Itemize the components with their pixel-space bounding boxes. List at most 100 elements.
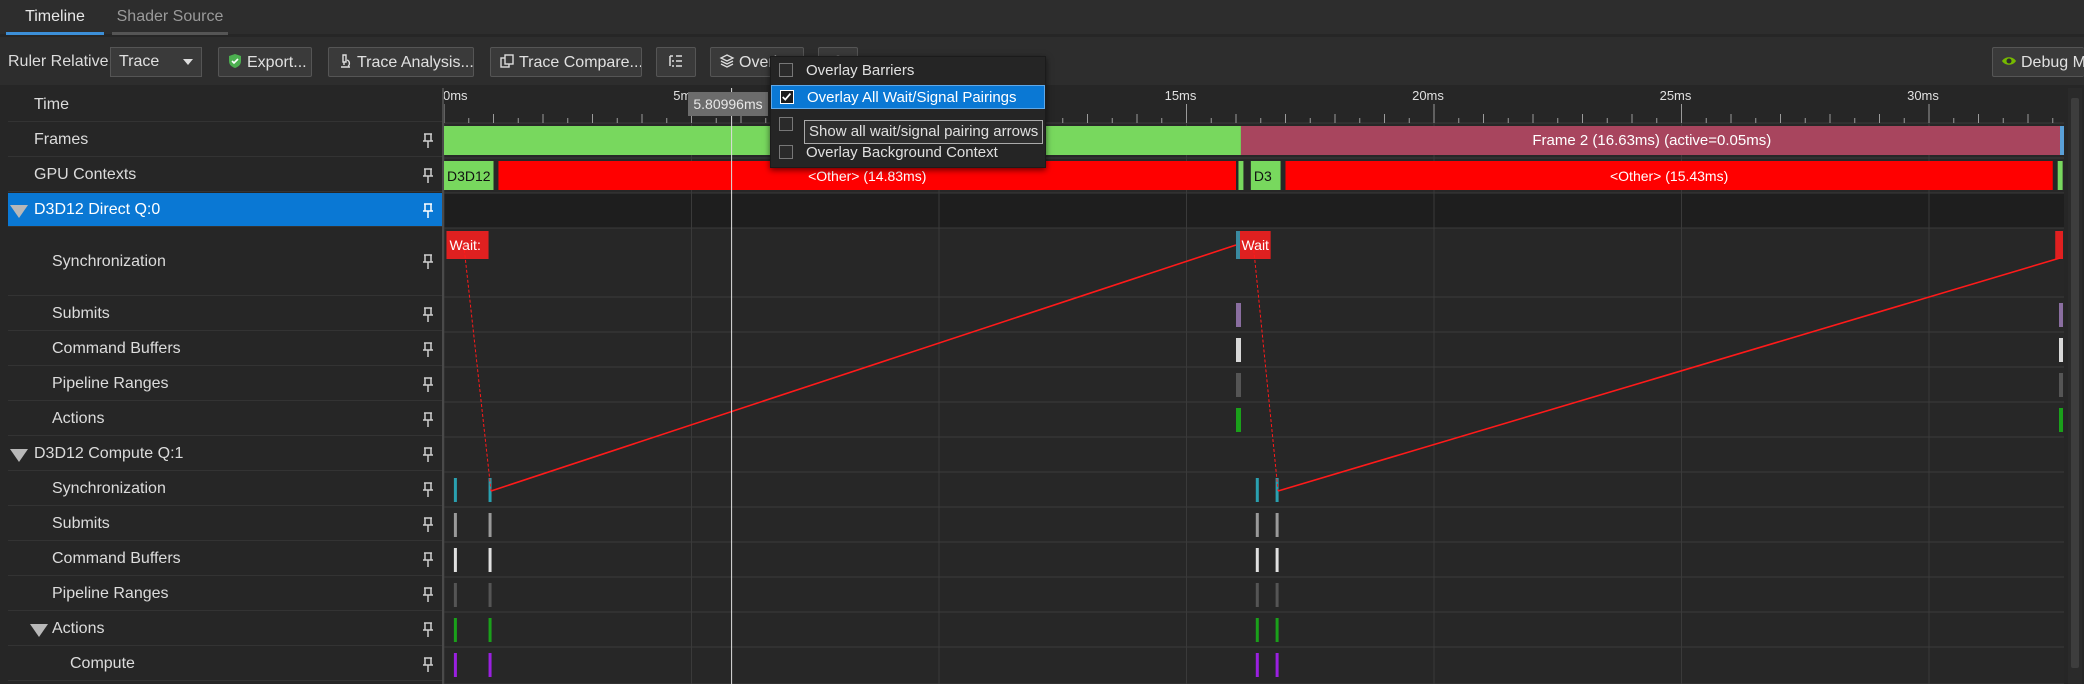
direct-marker[interactable] [2059, 303, 2063, 327]
trace-compare-label: Trace Compare... [519, 54, 642, 71]
context-bar[interactable] [1238, 161, 1244, 190]
row-compute-queue[interactable]: D3D12 Compute Q:1 [8, 437, 442, 471]
row-direct-submits[interactable]: Submits [8, 297, 442, 331]
pin-icon[interactable] [421, 517, 435, 533]
compute-marker[interactable] [1255, 513, 1259, 537]
row-direct-pipeline-ranges[interactable]: Pipeline Ranges [8, 367, 442, 401]
compute-marker[interactable] [488, 513, 492, 537]
pin-icon[interactable] [421, 342, 435, 358]
row-compute[interactable]: Compute [8, 647, 442, 681]
row-direct-queue[interactable]: D3D12 Direct Q:0 [8, 193, 442, 227]
pin-icon[interactable] [421, 552, 435, 568]
context-label: <Other> (14.83ms) [808, 168, 926, 184]
row-compute-submits[interactable]: Submits [8, 507, 442, 541]
ruler-relative-select[interactable]: Trace [110, 47, 202, 77]
export-button[interactable]: Export... [218, 47, 312, 77]
overlay-background-context-item[interactable]: Overlay Background Context [771, 141, 1045, 165]
timeline-canvas[interactable]: 0ms5ms10ms15ms20ms25ms30msFrame 1Frame 2… [444, 88, 2064, 684]
microscope-icon [341, 54, 351, 68]
list-view-button[interactable] [656, 47, 696, 77]
trace-compare-button[interactable]: Trace Compare... [490, 47, 642, 77]
vertical-scrollbar[interactable] [2068, 88, 2082, 684]
checkbox[interactable] [779, 117, 793, 131]
compute-marker[interactable] [1255, 583, 1259, 607]
tab-shader-source[interactable]: Shader Source [112, 0, 228, 35]
direct-marker[interactable] [2059, 338, 2063, 362]
row-compute-command-buffers[interactable]: Command Buffers [8, 542, 442, 576]
tab-timeline[interactable]: Timeline [6, 0, 104, 35]
compute-marker[interactable] [488, 618, 492, 642]
pin-icon[interactable] [421, 307, 435, 323]
checkbox-checked[interactable] [780, 90, 794, 104]
trace-analysis-button[interactable]: Trace Analysis... [328, 47, 474, 77]
pin-icon[interactable] [421, 203, 435, 219]
row-gpu-contexts[interactable]: GPU Contexts [8, 158, 442, 192]
pin-icon[interactable] [421, 447, 435, 463]
row-direct-actions[interactable]: Actions [8, 402, 442, 436]
direct-marker[interactable] [1236, 373, 1241, 397]
row-label: Synchronization [52, 480, 166, 497]
ruler-tick-label: 15ms [1165, 88, 1197, 103]
row-direct-command-buffers[interactable]: Command Buffers [8, 332, 442, 366]
context-bar[interactable] [2057, 161, 2063, 190]
compute-marker[interactable] [1275, 653, 1279, 677]
queue-header-band [444, 193, 2064, 228]
compute-marker[interactable] [1255, 653, 1259, 677]
copy-icon [500, 54, 514, 68]
compute-marker[interactable] [453, 478, 457, 502]
overlay-barriers-item[interactable]: Overlay Barriers [771, 59, 1045, 83]
collapse-triangle-icon[interactable] [10, 449, 28, 462]
compute-marker[interactable] [1255, 548, 1259, 572]
compute-marker[interactable] [453, 548, 457, 572]
direct-marker[interactable] [2059, 373, 2063, 397]
compute-marker[interactable] [488, 583, 492, 607]
row-frames[interactable]: Frames [8, 123, 442, 157]
compute-marker[interactable] [453, 618, 457, 642]
checkbox[interactable] [779, 63, 793, 77]
compute-marker[interactable] [1255, 618, 1259, 642]
pin-icon[interactable] [421, 377, 435, 393]
item-label: Overlay Barriers [806, 62, 915, 79]
scrollbar-thumb[interactable] [2071, 98, 2079, 668]
item-label: Overlay Background Context [806, 144, 998, 161]
row-direct-synchronization[interactable]: Synchronization [8, 228, 442, 296]
pin-icon[interactable] [421, 587, 435, 603]
pin-icon[interactable] [421, 168, 435, 184]
pin-icon[interactable] [421, 254, 435, 270]
compute-marker[interactable] [453, 583, 457, 607]
direct-marker[interactable] [1236, 338, 1241, 362]
compute-marker[interactable] [1255, 478, 1259, 502]
compute-marker[interactable] [488, 548, 492, 572]
export-label: Export... [247, 54, 307, 71]
direct-marker[interactable] [1236, 303, 1241, 327]
direct-marker[interactable] [1236, 408, 1241, 432]
compute-marker[interactable] [1275, 548, 1279, 572]
collapse-triangle-icon[interactable] [10, 205, 28, 218]
context-label: D3 [1254, 168, 1272, 184]
row-compute-actions[interactable]: Actions [8, 612, 442, 646]
row-label: Command Buffers [52, 340, 181, 357]
compute-marker[interactable] [1275, 618, 1279, 642]
pin-icon[interactable] [421, 622, 435, 638]
collapse-triangle-icon[interactable] [30, 624, 48, 637]
direct-marker[interactable] [2059, 408, 2063, 432]
row-compute-pipeline-ranges[interactable]: Pipeline Ranges [8, 577, 442, 611]
wait-marker[interactable] [2059, 231, 2063, 259]
row-label: D3D12 Compute Q:1 [34, 445, 184, 462]
overlay-wait-signal-item[interactable]: Overlay All Wait/Signal Pairings [771, 85, 1045, 109]
pin-icon[interactable] [421, 133, 435, 149]
compute-marker[interactable] [1275, 583, 1279, 607]
debug-menu-button[interactable]: Debug Me [1992, 47, 2084, 77]
compute-marker[interactable] [488, 653, 492, 677]
row-label: Command Buffers [52, 550, 181, 567]
pin-icon[interactable] [421, 657, 435, 673]
checkbox[interactable] [779, 145, 793, 159]
compute-marker[interactable] [1275, 513, 1279, 537]
compute-marker[interactable] [453, 513, 457, 537]
frame-next-marker [2060, 126, 2064, 155]
signal-marker [1236, 231, 1240, 259]
pin-icon[interactable] [421, 482, 435, 498]
pin-icon[interactable] [421, 412, 435, 428]
compute-marker[interactable] [453, 653, 457, 677]
row-compute-synchronization[interactable]: Synchronization [8, 472, 442, 506]
